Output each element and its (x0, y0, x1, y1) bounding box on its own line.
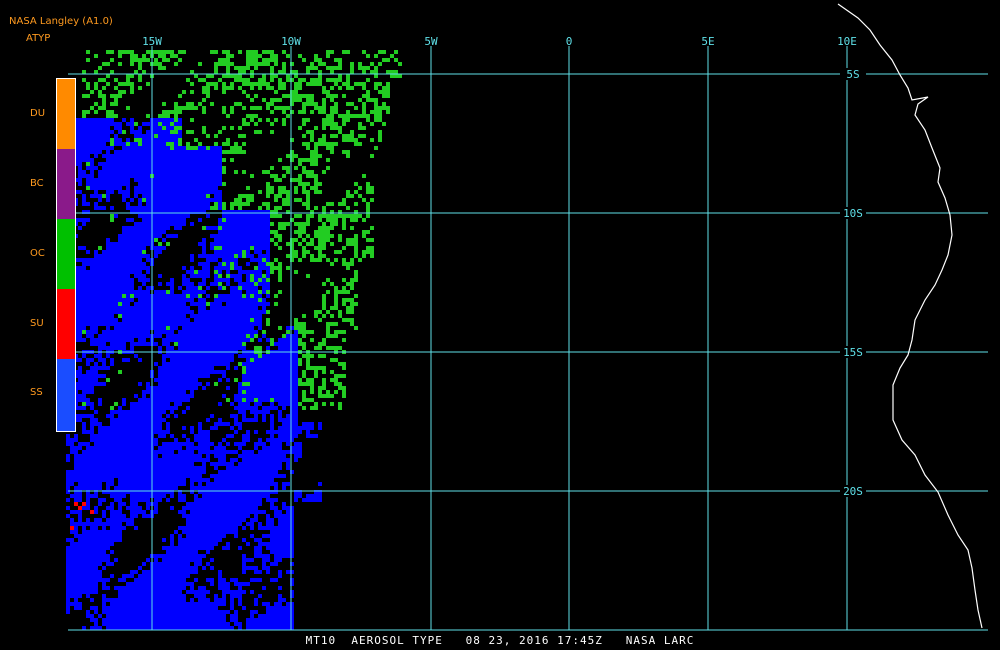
lon-label: 10E (837, 35, 857, 48)
footer-caption: MT10 AEROSOL TYPE 08 23, 2016 17:45Z NAS… (305, 634, 695, 647)
lat-label: 10S (843, 207, 863, 220)
lon-label: 5W (424, 35, 438, 48)
lon-label: 5E (701, 35, 714, 48)
legend-swatch-su (57, 289, 75, 359)
longitude-labels: 15W 10W 5W 0 5E 10E (142, 35, 857, 48)
legend-swatch-bc (57, 149, 75, 219)
product-code: ATYP (26, 33, 51, 44)
aerosol-data-layer (66, 50, 402, 630)
african-coastline (837, 3, 983, 629)
lat-label: 20S (843, 485, 863, 498)
lon-label: 10W (281, 35, 301, 48)
legend-swatch-ss (57, 359, 75, 431)
legend-label-oc: OC (30, 248, 45, 259)
source-title: NASA Langley (A1.0) (9, 16, 113, 27)
legend-label-bc: BC (30, 178, 44, 189)
legend-label-su: SU (30, 318, 44, 329)
legend-color-bar (56, 78, 76, 432)
lon-label: 15W (142, 35, 162, 48)
legend-label-ss: SS (30, 387, 43, 398)
legend-swatch-du (57, 79, 75, 149)
lat-label: 5S (846, 68, 859, 81)
legend-label-du: DU (30, 108, 46, 119)
lat-label: 15S (843, 346, 863, 359)
aerosol-map: 15W 10W 5W 0 5E 10E 5S 10S 15S 20S (66, 3, 988, 631)
latitude-labels: 5S 10S 15S 20S (840, 68, 866, 498)
legend-swatch-oc (57, 219, 75, 289)
lon-label: 0 (566, 35, 573, 48)
